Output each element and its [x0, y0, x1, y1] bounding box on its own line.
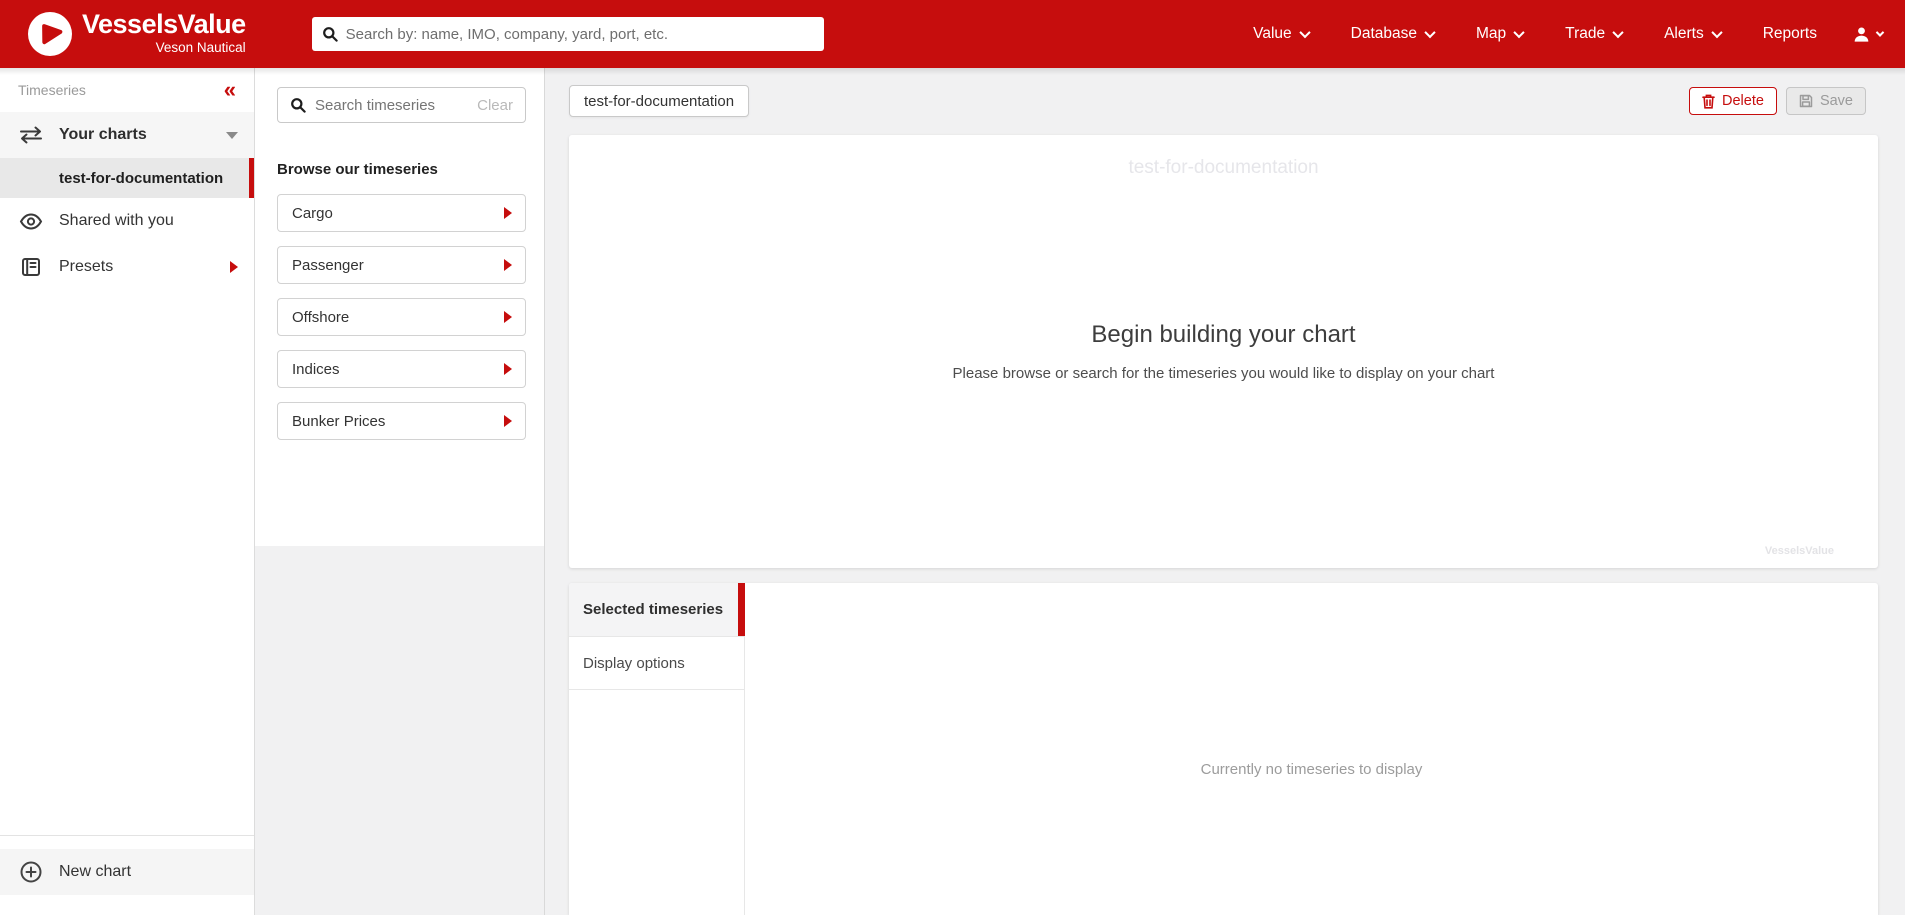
chart-name-label: test-for-documentation [584, 93, 734, 110]
chevron-down-icon [1876, 28, 1884, 36]
caret-down-icon [226, 132, 238, 139]
delete-label: Delete [1722, 93, 1764, 109]
new-chart-button[interactable]: New chart [0, 849, 254, 895]
sidebar-chart-item-selected[interactable]: test-for-documentation [0, 158, 254, 198]
swap-arrows-icon [18, 126, 44, 144]
category-label: Cargo [292, 205, 333, 222]
eye-icon [18, 213, 44, 230]
chart-name-tab[interactable]: test-for-documentation [569, 85, 749, 117]
sidebar-item-shared-with-you[interactable]: Shared with you [0, 198, 254, 244]
sidebar-header: Timeseries « [0, 68, 254, 112]
chart-empty-title: Begin building your chart [1091, 321, 1355, 349]
global-search [312, 17, 824, 51]
nav-label: Alerts [1664, 25, 1704, 43]
caret-right-icon [504, 259, 512, 271]
brand-name: VesselsValue [82, 11, 246, 38]
nav-label: Trade [1565, 25, 1605, 43]
category-button-bunker-prices[interactable]: Bunker Prices [277, 402, 526, 440]
nav-label: Map [1476, 25, 1506, 43]
user-menu[interactable] [1838, 15, 1889, 54]
nav-item-database[interactable]: Database [1330, 15, 1455, 53]
global-search-input[interactable] [346, 26, 814, 43]
presets-book-icon [18, 257, 44, 277]
new-chart-label: New chart [59, 863, 131, 881]
caret-right-icon [504, 311, 512, 323]
caret-right-icon [504, 363, 512, 375]
category-label: Offshore [292, 309, 349, 326]
chevron-down-icon [1424, 27, 1435, 38]
app-body: Timeseries « Your charts test-for-docume… [0, 68, 1905, 915]
clear-search-button[interactable]: Clear [477, 97, 513, 114]
main-area: test-for-documentation Delete [545, 68, 1905, 915]
nav-item-trade[interactable]: Trade [1544, 15, 1643, 53]
category-button-indices[interactable]: Indices [277, 350, 526, 388]
category-label: Bunker Prices [292, 413, 385, 430]
delete-button[interactable]: Delete [1689, 87, 1777, 115]
nav-item-alerts[interactable]: Alerts [1643, 15, 1742, 53]
sidebar-spacer [0, 290, 254, 835]
browse-heading: Browse our timeseries [277, 161, 526, 178]
brand-text: VesselsValue Veson Nautical [82, 11, 246, 56]
sidebar-title: Timeseries [18, 82, 86, 98]
nav-item-reports[interactable]: Reports [1742, 15, 1838, 53]
chevron-down-icon [1514, 27, 1525, 38]
category-button-offshore[interactable]: Offshore [277, 298, 526, 336]
no-timeseries-message: Currently no timeseries to display [1201, 761, 1423, 778]
sidebar: Timeseries « Your charts test-for-docume… [0, 68, 255, 915]
plus-circle-icon [18, 861, 44, 883]
chevron-down-icon [1612, 27, 1623, 38]
trash-icon [1702, 94, 1715, 109]
timeseries-search-input[interactable] [315, 97, 477, 114]
tab-label: Display options [583, 655, 685, 672]
caret-right-icon [504, 207, 512, 219]
brand-subtitle: Veson Nautical [156, 40, 246, 56]
brand-logo[interactable]: VesselsValue Veson Nautical [28, 11, 246, 56]
tab-selected-timeseries[interactable]: Selected timeseries [569, 583, 744, 637]
chevron-down-icon [1711, 27, 1722, 38]
search-icon [290, 97, 306, 113]
save-label: Save [1820, 93, 1853, 109]
caret-right-icon [230, 261, 238, 273]
nav-label: Database [1351, 25, 1417, 43]
sidebar-item-label: Your charts [59, 126, 147, 144]
bottom-panel: Selected timeseries Display options Curr… [569, 583, 1878, 915]
user-icon [1852, 25, 1871, 44]
header-actions: Delete Save [1689, 87, 1866, 115]
sidebar-item-label: Presets [59, 258, 113, 276]
collapse-sidebar-icon[interactable]: « [220, 79, 240, 101]
category-button-cargo[interactable]: Cargo [277, 194, 526, 232]
search-icon [322, 26, 338, 42]
chart-panel: test-for-documentation Begin building yo… [569, 135, 1878, 568]
sidebar-item-your-charts[interactable]: Your charts [0, 112, 254, 158]
nav-item-value[interactable]: Value [1232, 15, 1330, 53]
chart-item-label: test-for-documentation [59, 170, 223, 187]
vesselsvalue-logo-icon [28, 12, 72, 56]
browse-panel: Clear Browse our timeseries Cargo Passen… [255, 68, 545, 915]
sidebar-bottom: New chart [0, 835, 254, 915]
sidebar-item-presets[interactable]: Presets [0, 244, 254, 290]
nav-label: Value [1253, 25, 1292, 43]
top-nav: Value Database Map Trade Alerts Reports [1232, 15, 1905, 54]
category-label: Indices [292, 361, 340, 378]
category-button-passenger[interactable]: Passenger [277, 246, 526, 284]
brand-watermark: VesselsValue [1765, 545, 1834, 557]
chart-title-watermark: test-for-documentation [569, 157, 1878, 179]
nav-label: Reports [1763, 25, 1817, 43]
timeseries-search: Clear [277, 87, 526, 123]
bottom-panel-tabs: Selected timeseries Display options [569, 583, 745, 915]
sidebar-item-label: Shared with you [59, 212, 174, 230]
tab-label: Selected timeseries [583, 601, 723, 618]
bottom-panel-content: Currently no timeseries to display [745, 583, 1878, 915]
tab-display-options[interactable]: Display options [569, 637, 744, 690]
main-header: test-for-documentation Delete [569, 85, 1866, 117]
browse-panel-content: Clear Browse our timeseries Cargo Passen… [255, 68, 544, 546]
chart-empty-subtitle: Please browse or search for the timeseri… [953, 365, 1495, 382]
top-bar: VesselsValue Veson Nautical Value Databa… [0, 0, 1905, 68]
save-disk-icon [1799, 94, 1813, 108]
category-label: Passenger [292, 257, 364, 274]
nav-item-map[interactable]: Map [1455, 15, 1544, 53]
caret-right-icon [504, 415, 512, 427]
chevron-down-icon [1299, 27, 1310, 38]
save-button[interactable]: Save [1786, 87, 1866, 115]
